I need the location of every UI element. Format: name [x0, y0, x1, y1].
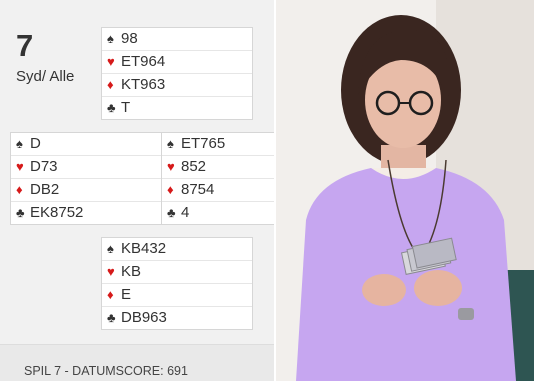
suit-row: ♦ E: [102, 284, 252, 307]
spade-icon: ♠: [107, 31, 114, 46]
heart-icon: ♥: [16, 159, 24, 174]
card-holding: 98: [121, 30, 138, 47]
spade-icon: ♠: [107, 241, 114, 256]
player-photo: [276, 0, 534, 381]
suit-row: ♥ KB: [102, 261, 252, 284]
bridge-board-panel: 7 Syd/ Alle ♠ 98 ♥ ET964 ♦ KT963 ♣ T ♠ D ♥ D73 ♦ DB2…: [0, 0, 274, 381]
card-holding: ET964: [121, 53, 166, 70]
spade-icon: ♠: [16, 136, 23, 151]
card-holding: KT963: [121, 76, 166, 93]
hand-north: ♠ 98 ♥ ET964 ♦ KT963 ♣ T: [101, 27, 253, 120]
club-icon: ♣: [107, 100, 116, 115]
club-icon: ♣: [107, 310, 116, 325]
suit-row: ♣ DB963: [102, 307, 252, 329]
suit-row: ♦ 8754: [162, 179, 274, 202]
card-holding: DB2: [30, 181, 60, 198]
card-holding: KB432: [121, 240, 167, 257]
heart-icon: ♥: [107, 54, 115, 69]
card-holding: T: [121, 99, 131, 116]
diamond-icon: ♦: [107, 287, 114, 302]
spade-icon: ♠: [167, 136, 174, 151]
club-icon: ♣: [167, 205, 176, 220]
suit-row: ♠ 98: [102, 28, 252, 51]
player-photo-image: [276, 0, 534, 381]
suit-row: ♠ ET765: [162, 133, 274, 156]
card-holding: 8754: [181, 181, 215, 198]
card-holding: EK8752: [30, 204, 84, 221]
club-icon: ♣: [16, 205, 25, 220]
suit-row: ♠ KB432: [102, 238, 252, 261]
heart-icon: ♥: [167, 159, 175, 174]
suit-row: ♦ DB2: [11, 179, 161, 202]
card-holding: DB963: [121, 309, 167, 326]
suit-row: ♥ 852: [162, 156, 274, 179]
suit-row: ♣ EK8752: [11, 202, 161, 224]
dealer-vulnerability: Syd/ Alle: [16, 68, 75, 85]
suit-row: ♥ ET964: [102, 51, 252, 74]
suit-row: ♦ KT963: [102, 74, 252, 97]
card-holding: D: [30, 135, 41, 152]
suit-row: ♣ 4: [162, 202, 274, 224]
diamond-icon: ♦: [107, 77, 114, 92]
board-footer: SPIL 7 - DATUMSCORE: 691: [0, 344, 274, 381]
hand-south: ♠ KB432 ♥ KB ♦ E ♣ DB963: [101, 237, 253, 330]
suit-row: ♠ D: [11, 133, 161, 156]
hand-west: ♠ D ♥ D73 ♦ DB2 ♣ EK8752: [10, 132, 161, 225]
hand-east: ♠ ET765 ♥ 852 ♦ 8754 ♣ 4: [161, 132, 274, 225]
card-holding: 4: [181, 204, 190, 221]
datum-score-label: SPIL 7 - DATUMSCORE: 691: [24, 364, 188, 378]
card-holding: E: [121, 286, 132, 303]
card-holding: D73: [30, 158, 58, 175]
card-holding: KB: [121, 263, 142, 280]
heart-icon: ♥: [107, 264, 115, 279]
diamond-icon: ♦: [167, 182, 174, 197]
suit-row: ♣ T: [102, 97, 252, 119]
card-holding: 852: [181, 158, 207, 175]
card-holding: ET765: [181, 135, 226, 152]
diamond-icon: ♦: [16, 182, 23, 197]
board-number: 7: [16, 28, 34, 63]
suit-row: ♥ D73: [11, 156, 161, 179]
